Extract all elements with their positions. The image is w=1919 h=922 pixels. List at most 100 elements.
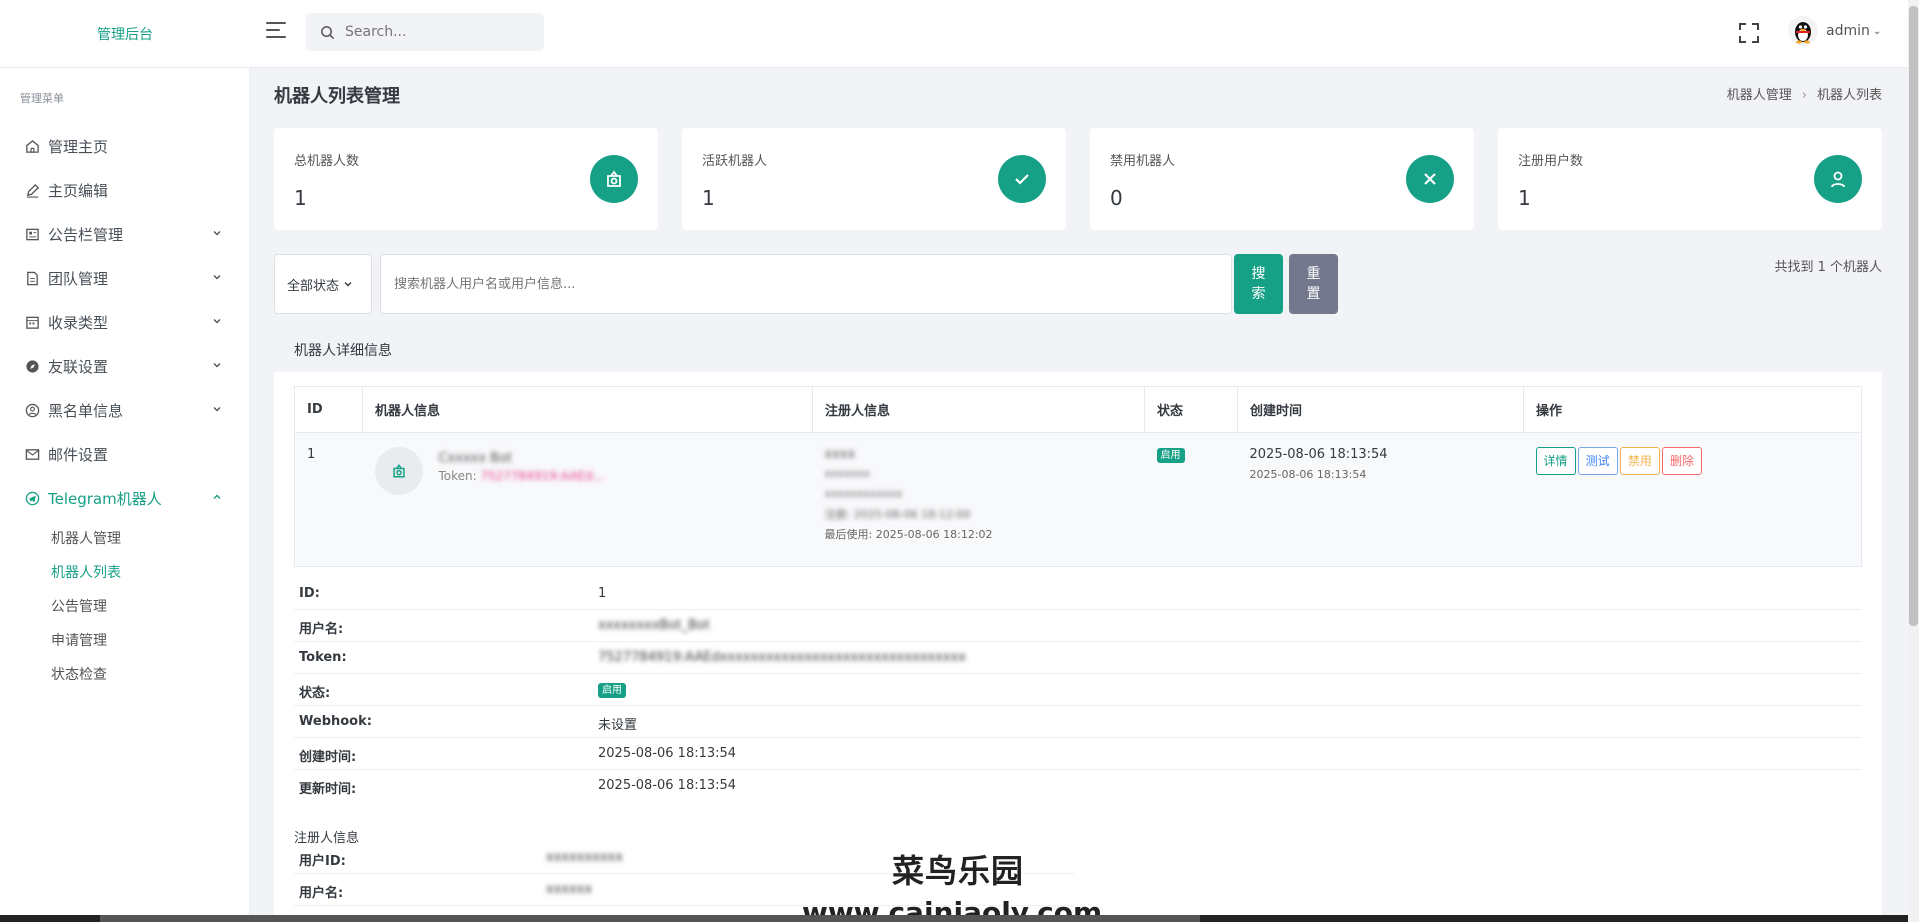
field-value: 1 xyxy=(598,586,607,601)
sidebar-item-telegram[interactable]: Telegram机器人 xyxy=(0,476,249,520)
edit-icon xyxy=(24,182,40,198)
robot-name: Cxxxxx Bot xyxy=(438,451,513,466)
field-value: 7527784919:AAEdxxxxxxxxxxxxxxxxxxxxxxxxx… xyxy=(598,650,966,665)
column-header: 注册人信息 xyxy=(812,386,1145,433)
field-row-status: 状态: 启用 xyxy=(294,674,1862,706)
detail-button[interactable]: 详情 xyxy=(1535,447,1576,475)
sidebar-item-mail[interactable]: 邮件设置 xyxy=(0,432,249,476)
registrant-registered: 注册: 2025-08-06 18:12:00 xyxy=(824,508,971,521)
field-key: ID: xyxy=(299,586,320,601)
chevron-down-icon xyxy=(213,407,221,412)
stat-value: 1 xyxy=(294,186,307,210)
chevron-down-icon xyxy=(213,319,221,324)
brand-logo[interactable]: 管理后台 xyxy=(0,0,250,68)
column-header: ID xyxy=(294,386,363,433)
sidebar-subitem-status-check[interactable]: 状态检查 xyxy=(0,658,249,692)
user-icon xyxy=(1814,155,1862,203)
search-button[interactable]: 搜 索 xyxy=(1234,254,1283,314)
scroll-thumb[interactable] xyxy=(1909,6,1918,626)
field-key: Webhook: xyxy=(299,714,372,729)
field-key: 创建时间: xyxy=(299,750,357,765)
field-row-webhook: Webhook: 未设置 xyxy=(294,706,1862,738)
registrant-id: xxxxxxxxxxxx xyxy=(824,487,903,500)
sidebar-subitem-robot-list[interactable]: 机器人列表 xyxy=(0,556,249,590)
sidebar-subitem-announcement[interactable]: 公告管理 xyxy=(0,590,249,624)
field-row-updated: 更新时间: 2025-08-06 18:13:54 xyxy=(294,770,1862,802)
search-icon xyxy=(321,25,335,39)
robot-icon xyxy=(590,155,638,203)
field-value: xxxxxxxxxx xyxy=(546,850,623,865)
menu-toggle-icon[interactable] xyxy=(266,22,286,42)
user-menu[interactable]: admin ⌄ xyxy=(1788,16,1881,46)
sidebar-title: 管理菜单 xyxy=(20,92,64,105)
cell-actions: 详情 测试 禁用 删除 xyxy=(1523,432,1862,567)
stat-label: 活跃机器人 xyxy=(702,154,768,169)
cell-status: 启用 xyxy=(1144,432,1238,567)
table-header-row: ID 机器人信息 注册人信息 状态 创建时间 操作 xyxy=(294,386,1862,433)
status-filter-value: 全部状态 xyxy=(287,278,340,294)
registrant-username: xxxxxxx xyxy=(824,467,871,480)
field-value: xxxxxx xyxy=(546,882,593,897)
status-filter-select[interactable]: 全部状态 xyxy=(274,254,372,314)
stat-value: 0 xyxy=(1110,186,1123,210)
delete-button[interactable]: 删除 xyxy=(1661,447,1702,475)
created-time: 2025-08-06 18:13:54 xyxy=(1249,447,1388,462)
sidebar-item-team[interactable]: 团队管理 xyxy=(0,256,249,300)
horizontal-scrollbar[interactable] xyxy=(0,915,1908,922)
home-icon xyxy=(24,138,40,154)
token-label: Token: xyxy=(438,469,481,483)
field-row-id: ID: 1 xyxy=(294,578,1862,610)
field-value: 2025-08-06 18:13:54 xyxy=(598,746,737,761)
sidebar-item-links[interactable]: 友联设置 xyxy=(0,344,249,388)
field-value: xxxxxxxxBot_Bot xyxy=(598,618,710,633)
user-circle-icon xyxy=(24,402,40,418)
breadcrumb: 机器人管理 › 机器人列表 xyxy=(1727,84,1882,103)
chevron-down-icon xyxy=(213,231,221,236)
column-header: 状态 xyxy=(1144,386,1238,433)
field-row-created: 创建时间: 2025-08-06 18:13:54 xyxy=(294,738,1862,770)
sidebar-subitem-robot-manage[interactable]: 机器人管理 xyxy=(0,522,249,556)
search-box xyxy=(306,13,544,51)
sidebar-item-label: 主页编辑 xyxy=(48,181,109,200)
created-time-sub: 2025-08-06 18:13:54 xyxy=(1249,468,1367,481)
field-key: Token: xyxy=(299,650,347,665)
x-icon xyxy=(1406,155,1454,203)
cell-registrant-info: xxxx xxxxxxx xxxxxxxxxxxx 注册: 2025-08-06… xyxy=(812,432,1145,567)
stat-card-total: 总机器人数 1 xyxy=(274,128,658,230)
test-button[interactable]: 测试 xyxy=(1577,447,1618,475)
robot-detail-panel: 机器人详细信息 ID 机器人信息 注册人信息 状态 创建时间 操作 1 Cxxx… xyxy=(274,330,1882,922)
stat-value: 1 xyxy=(702,186,715,210)
sidebar-item-blacklist[interactable]: 黑名单信息 xyxy=(0,388,249,432)
sidebar-item-announcement[interactable]: 公告栏管理 xyxy=(0,212,249,256)
vertical-scrollbar[interactable] xyxy=(1908,0,1919,922)
sidebar-subitem-applications[interactable]: 申请管理 xyxy=(0,624,249,658)
user-name: admin xyxy=(1826,23,1870,39)
sidebar-item-label: 收录类型 xyxy=(48,313,109,332)
robot-search-input[interactable] xyxy=(380,254,1232,314)
registrant-last-used: 最后使用: 2025-08-06 18:12:02 xyxy=(824,528,993,541)
disable-button[interactable]: 禁用 xyxy=(1619,447,1660,475)
column-header: 机器人信息 xyxy=(362,386,813,433)
fullscreen-icon[interactable] xyxy=(1738,22,1760,44)
search-input[interactable] xyxy=(345,24,525,40)
reset-button[interactable]: 重 置 xyxy=(1289,254,1338,314)
chevron-up-icon xyxy=(213,494,221,499)
field-key: 更新时间: xyxy=(299,782,357,797)
scroll-thumb[interactable] xyxy=(100,915,1200,922)
breadcrumb-item[interactable]: 机器人管理 xyxy=(1727,88,1792,103)
page-title: 机器人列表管理 xyxy=(274,86,400,107)
avatar xyxy=(1788,16,1818,46)
sidebar-item-home[interactable]: 管理主页 xyxy=(0,124,249,168)
stat-card-users: 注册用户数 1 xyxy=(1498,128,1882,230)
field-row-username: 用户名: xxxxxxxxBot_Bot xyxy=(294,610,1862,642)
sidebar-item-categories[interactable]: 收录类型 xyxy=(0,300,249,344)
stat-value: 1 xyxy=(1518,186,1531,210)
cell-id: 1 xyxy=(294,432,363,567)
sidebar-item-label: 友联设置 xyxy=(48,357,109,376)
sidebar-item-home-edit[interactable]: 主页编辑 xyxy=(0,168,249,212)
stat-card-disabled: 禁用机器人 0 xyxy=(1090,128,1474,230)
reset-button-label: 重 置 xyxy=(1306,266,1321,302)
chevron-down-icon: ⌄ xyxy=(1872,25,1882,37)
field-value: 2025-08-06 18:13:54 xyxy=(598,778,737,793)
sidebar-item-label: Telegram机器人 xyxy=(48,489,162,508)
